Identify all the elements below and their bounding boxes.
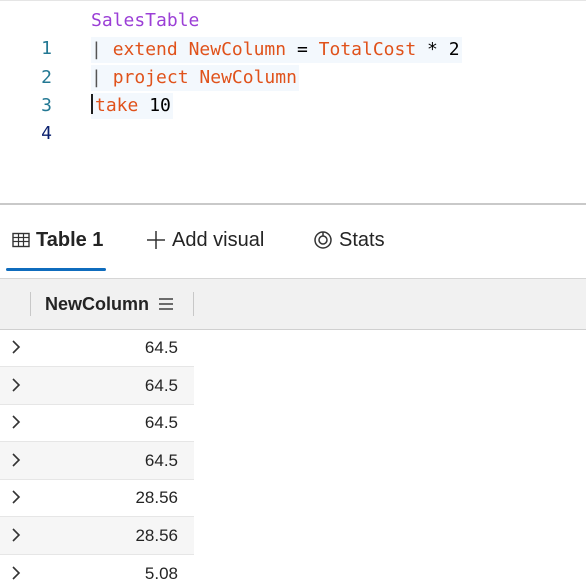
table-name-token: SalesTable	[91, 10, 200, 31]
code-line-4[interactable]: 4 take 10	[0, 92, 586, 144]
active-tab-indicator	[6, 268, 106, 271]
column-divider	[30, 292, 31, 316]
cell-value: 64.5	[144, 338, 178, 357]
table-icon	[12, 232, 30, 248]
code-line-2[interactable]: 2 | extend NewColumn = TotalCost * 2	[0, 36, 586, 88]
line-content: | extend NewColumn = TotalCost * 2	[91, 37, 462, 63]
line-content: SalesTable	[91, 8, 201, 34]
number-token: 10	[149, 95, 171, 116]
column-header-newcolumn[interactable]: NewColumn	[45, 292, 149, 316]
stats-icon	[313, 230, 333, 250]
column-resize-handle[interactable]	[193, 292, 194, 316]
tab-label: Table 1	[36, 228, 104, 251]
chevron-right-icon[interactable]	[8, 376, 24, 394]
cell-value: 28.56	[135, 488, 178, 508]
tab-label: Stats	[339, 228, 385, 251]
identifier-token: NewColumn	[188, 39, 287, 60]
source-column-token: TotalCost	[318, 39, 417, 60]
chevron-right-icon[interactable]	[8, 451, 24, 469]
line-content: take 10	[91, 93, 173, 119]
query-results-pane: 1 SalesTable 2 | extend NewColumn = Tota…	[0, 0, 586, 580]
grid-header: NewColumn	[0, 278, 586, 330]
cell-value: 28.56	[135, 525, 178, 545]
table-row[interactable]: 5.08	[0, 555, 586, 580]
keyword-token: project	[112, 67, 189, 88]
grid-body: 64.5 64.5 64.5 64.5 28.56 28.56 5.08	[0, 329, 586, 580]
code-line-3[interactable]: 3 | project NewColumn	[0, 64, 586, 116]
keyword-token: take	[95, 95, 139, 116]
chevron-right-icon[interactable]	[8, 413, 24, 431]
chevron-right-icon[interactable]	[8, 488, 24, 506]
tab-stats[interactable]: Stats	[313, 223, 385, 257]
tab-label: Add visual	[172, 228, 265, 251]
table-row[interactable]: 64.5	[0, 329, 586, 367]
plus-icon	[146, 230, 166, 250]
pipe-token: |	[91, 39, 102, 60]
cell-value: 5.08	[144, 563, 178, 580]
operator-token: *	[427, 39, 438, 60]
table-row[interactable]: 28.56	[0, 479, 586, 518]
number-token: 2	[448, 39, 460, 60]
tab-table-1[interactable]: Table 1	[12, 223, 103, 257]
column-menu-icon[interactable]	[158, 296, 174, 312]
table-row[interactable]: 64.5	[0, 366, 586, 405]
query-editor[interactable]: 1 SalesTable 2 | extend NewColumn = Tota…	[0, 0, 586, 204]
cell-value: 64.5	[144, 450, 178, 470]
equals-token: =	[296, 39, 308, 60]
chevron-right-icon[interactable]	[8, 564, 24, 580]
code-line-1[interactable]: 1 SalesTable	[0, 7, 586, 59]
chevron-right-icon[interactable]	[8, 338, 24, 356]
table-row[interactable]: 64.5	[0, 404, 586, 443]
cell-value: 64.5	[144, 375, 178, 395]
line-content: | project NewColumn	[91, 65, 299, 91]
tab-add-visual[interactable]: Add visual	[146, 223, 264, 257]
line-number: 4	[41, 123, 52, 144]
results-tabs: Table 1 Add visual Stats	[0, 205, 586, 278]
identifier-token: NewColumn	[199, 67, 297, 88]
pipe-token: |	[91, 67, 102, 88]
keyword-token: extend	[112, 39, 178, 60]
table-row[interactable]: 64.5	[0, 441, 586, 480]
table-row[interactable]: 28.56	[0, 516, 586, 555]
cell-value: 64.5	[144, 413, 178, 433]
chevron-right-icon[interactable]	[8, 526, 24, 544]
text-cursor	[91, 94, 93, 114]
